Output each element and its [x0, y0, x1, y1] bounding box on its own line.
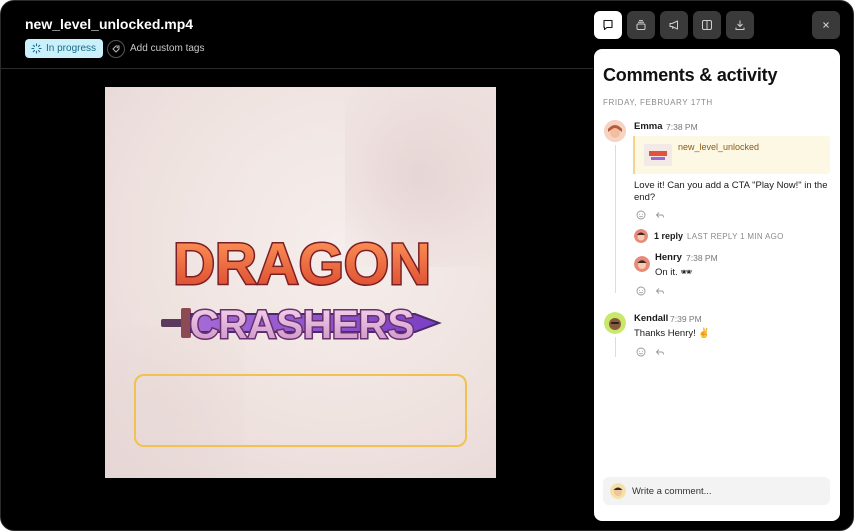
comment-placeholder: Write a comment...	[632, 486, 712, 497]
add-reaction-icon[interactable]	[636, 347, 646, 357]
add-reaction-icon[interactable]	[636, 286, 646, 296]
comment-time: 7:38 PM	[666, 122, 698, 132]
date-separator: FRIDAY, FEBRUARY 17TH	[603, 98, 713, 107]
reply-author: Henry	[655, 252, 682, 263]
comment-actions	[636, 347, 665, 357]
comment-time: 7:39 PM	[670, 314, 702, 324]
comments-panel: Comments & activity FRIDAY, FEBRUARY 17T…	[594, 49, 840, 521]
versions-button[interactable]	[627, 11, 655, 39]
comment-actions	[636, 210, 665, 220]
stack-icon	[636, 20, 646, 30]
game-logo: DRAGON CRASHERS	[157, 212, 447, 352]
reply-icon[interactable]	[655, 347, 665, 357]
status-label: In progress	[46, 43, 97, 54]
tag-add-icon	[107, 39, 125, 58]
logo-subtitle-text: CRASHERS	[190, 303, 414, 347]
comment-text: Thanks Henry! ✌	[634, 328, 711, 339]
download-icon	[735, 20, 745, 30]
avatar[interactable]	[604, 312, 626, 334]
add-tags-label: Add custom tags	[130, 43, 205, 54]
avatar[interactable]	[604, 120, 626, 142]
attachment-preview[interactable]: new_level_unlocked	[633, 136, 830, 174]
attachment-name: new_level_unlocked	[678, 142, 760, 152]
app-window: new_level_unlocked.mp4 In progress Add c…	[0, 0, 854, 531]
add-tags-button[interactable]: Add custom tags	[107, 39, 204, 58]
toggle-panel-button[interactable]	[693, 11, 721, 39]
close-button[interactable]	[812, 11, 840, 39]
comment-author: Kendall	[634, 313, 669, 324]
avatar	[634, 229, 648, 243]
status-badge[interactable]: In progress	[25, 39, 104, 58]
reply-text: On it. 🕶	[655, 267, 693, 278]
reply-meta: LAST REPLY 1 MIN AGO	[687, 232, 784, 241]
loading-icon	[31, 43, 42, 54]
video-preview[interactable]: DRAGON CRASHERS	[105, 87, 496, 478]
avatar	[610, 483, 626, 499]
file-title: new_level_unlocked.mp4	[25, 16, 194, 32]
comment-icon	[603, 19, 613, 31]
reply-icon[interactable]	[655, 286, 665, 296]
avatar[interactable]	[634, 256, 650, 272]
thread-line	[615, 337, 616, 357]
attachment-thumbnail	[644, 144, 672, 166]
add-reaction-icon[interactable]	[636, 210, 646, 220]
reply-count[interactable]: 1 reply	[654, 231, 683, 241]
download-button[interactable]	[726, 11, 754, 39]
reply-actions	[636, 286, 665, 296]
comment-text: Love it! Can you add a CTA "Play Now!" i…	[634, 180, 828, 191]
thread-line	[615, 145, 616, 293]
reply-time: 7:38 PM	[686, 253, 718, 263]
announce-button[interactable]	[660, 11, 688, 39]
panel-icon	[702, 20, 712, 30]
comment-author: Emma	[634, 121, 663, 132]
megaphone-icon	[669, 20, 678, 30]
comments-tab-button[interactable]	[594, 11, 622, 39]
comment-text: end?	[634, 192, 656, 203]
comment-input[interactable]: Write a comment...	[603, 477, 830, 505]
panel-title: Comments & activity	[603, 65, 778, 85]
header-divider	[1, 68, 593, 69]
logo-title-text: DRAGON	[173, 232, 431, 297]
close-icon	[823, 22, 829, 28]
reply-icon[interactable]	[655, 210, 665, 220]
annotation-highlight-box[interactable]	[134, 374, 467, 447]
